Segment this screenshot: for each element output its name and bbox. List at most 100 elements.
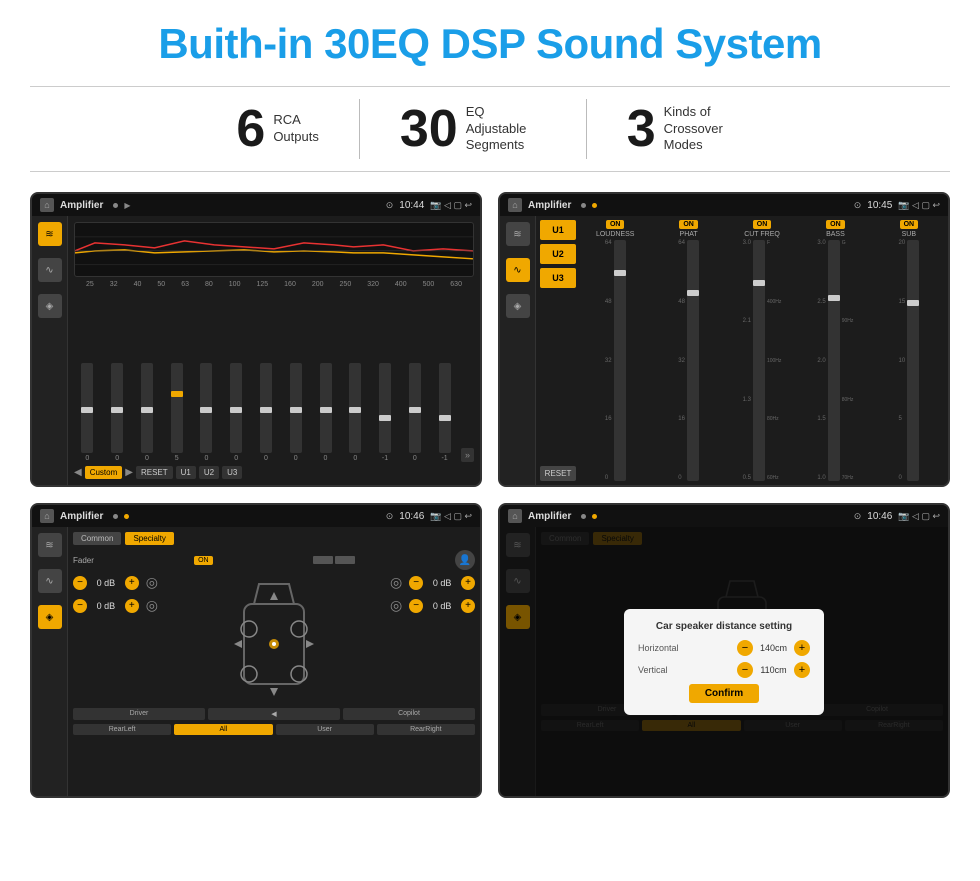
dialog-status-icons: ⊙ [854, 511, 862, 522]
eq-slider-4: 0 [193, 363, 220, 462]
fader-tab-specialty[interactable]: Specialty [125, 532, 173, 545]
dialog-overlay: Car speaker distance setting Horizontal … [500, 527, 948, 796]
amp-sub-on[interactable]: ON [900, 220, 919, 229]
amp-home-icon[interactable] [508, 198, 522, 212]
eq-sidebar: ≋ ∿ ◈ [32, 216, 68, 485]
fader-label-row: Fader ON 👤 [73, 550, 475, 570]
eq-sidebar-eq-icon[interactable]: ≋ [38, 222, 62, 246]
amp-phat-on[interactable]: ON [679, 220, 698, 229]
fader-btn-copilot[interactable]: Copilot [343, 708, 475, 720]
amp-status-icons: ⊙ [854, 200, 862, 211]
fader-person-icon: 👤 [455, 550, 475, 570]
speaker-right-controls: ◎ − 0 dB + ◎ − 0 dB + [390, 574, 475, 704]
fader-tab-common[interactable]: Common [73, 532, 121, 545]
fader-screen: Amplifier ⊙ 10:46 📷 ◁ ▢ ↩ ≋ ∿ ◈ Common S… [30, 503, 482, 798]
amp-loudness-slider[interactable] [614, 240, 626, 481]
speaker-fl-icon: ◎ [146, 574, 158, 591]
amp-sidebar-eq-icon[interactable]: ≋ [506, 222, 530, 246]
amp-u3-btn[interactable]: U3 [540, 268, 576, 288]
eq-slider-7: 0 [282, 363, 309, 462]
eq-slider-12: -1 [431, 363, 458, 462]
speaker-fr-minus[interactable]: − [409, 576, 423, 590]
speaker-fl-plus[interactable]: + [125, 576, 139, 590]
eq-u3-btn[interactable]: U3 [222, 466, 242, 479]
amp-phat-label: PHAT [680, 231, 698, 238]
dialog-box: Car speaker distance setting Horizontal … [624, 609, 824, 715]
fader-sidebar-speaker-icon[interactable]: ◈ [38, 605, 62, 629]
fader-sidebar-wave-icon[interactable]: ∿ [38, 569, 62, 593]
amp-cutfreq-label: CUT FREQ [744, 231, 780, 238]
amp-u1-btn[interactable]: U1 [540, 220, 576, 240]
amp-cutfreq-on[interactable]: ON [753, 220, 772, 229]
dialog-horizontal-minus[interactable]: − [737, 640, 753, 656]
eq-reset-btn[interactable]: RESET [136, 466, 173, 479]
dialog-home-icon[interactable] [508, 509, 522, 523]
eq-sidebar-wave-icon[interactable]: ∿ [38, 258, 62, 282]
speaker-rl-plus[interactable]: + [125, 599, 139, 613]
dialog-vertical-minus[interactable]: − [737, 662, 753, 678]
eq-prev-icon[interactable]: ◀ [74, 467, 82, 478]
dialog-horizontal-label: Horizontal [638, 643, 679, 653]
amp-u2-btn[interactable]: U2 [540, 244, 576, 264]
fader-btn-user[interactable]: User [276, 724, 374, 735]
eq-custom-btn[interactable]: Custom [85, 466, 123, 479]
eq-screen-content: ≋ ∿ ◈ [32, 216, 480, 485]
amp-bass-slider[interactable] [828, 240, 840, 481]
fader-right-icons: 📷 ◁ ▢ ↩ [430, 511, 472, 522]
fader-sidebar-eq-icon[interactable]: ≋ [38, 533, 62, 557]
speaker-rr-icon: ◎ [390, 597, 402, 614]
stat-crossover-label: Kinds ofCrossover Modes [664, 104, 744, 155]
amp-dot [581, 203, 586, 208]
amp-sidebar-wave-icon[interactable]: ∿ [506, 258, 530, 282]
fader-btn-arrow-left[interactable]: ◀ [208, 708, 340, 720]
speaker-rr-plus[interactable]: + [461, 599, 475, 613]
fader-btn-driver[interactable]: Driver [73, 708, 205, 720]
car-diagram-area [162, 574, 386, 704]
speaker-rl-icon: ◎ [146, 597, 158, 614]
dialog-vertical-label: Vertical [638, 665, 668, 675]
amp-reset-btn[interactable]: RESET [540, 466, 576, 481]
amp-sub-slider[interactable] [907, 240, 919, 481]
eq-slider-0: 0 [74, 363, 101, 462]
speaker-fl-minus[interactable]: − [73, 576, 87, 590]
dialog-title: Car speaker distance setting [638, 621, 810, 632]
eq-slider-10: -1 [372, 363, 399, 462]
speaker-rr-value: 0 dB [426, 601, 458, 611]
dialog-vertical-plus[interactable]: + [794, 662, 810, 678]
amp-sub-col: ON SUB 20151050 [874, 220, 944, 481]
fader-btn-rearleft[interactable]: RearLeft [73, 724, 171, 735]
amp-screen-content: ≋ ∿ ◈ U1 U2 U3 RESET [500, 216, 948, 485]
fader-on-badge[interactable]: ON [194, 556, 213, 565]
eq-sidebar-speaker-icon[interactable]: ◈ [38, 294, 62, 318]
eq-right-icons: 📷 ◁ ▢ ↩ [430, 200, 472, 211]
home-icon[interactable] [40, 198, 54, 212]
eq-main-area: 2532405063 80100125160200 25032040050063… [68, 216, 480, 485]
stat-eq: 30 EQ AdjustableSegments [360, 103, 586, 155]
dialog-horizontal-plus[interactable]: + [794, 640, 810, 656]
amp-phat-slider[interactable] [687, 240, 699, 481]
speaker-rl-minus[interactable]: − [73, 599, 87, 613]
amp-loudness-on[interactable]: ON [606, 220, 625, 229]
eq-play-icon: ▶ [124, 201, 130, 210]
speaker-fr-plus[interactable]: + [461, 576, 475, 590]
amp-bass-on[interactable]: ON [826, 220, 845, 229]
fader-home-icon[interactable] [40, 509, 54, 523]
dialog-vertical-control: − 110cm + [737, 662, 810, 678]
amp-time: 10:45 [867, 200, 892, 211]
dialog-horizontal-value: 140cm [756, 643, 791, 653]
dialog-confirm-button[interactable]: Confirm [689, 684, 759, 703]
fader-btn-rearright[interactable]: RearRight [377, 724, 475, 735]
amp-sub-label: SUB [902, 231, 916, 238]
speaker-rr-minus[interactable]: − [409, 599, 423, 613]
amp-cutfreq-slider[interactable] [753, 240, 765, 481]
eq-u1-btn[interactable]: U1 [176, 466, 196, 479]
amp-sidebar-speaker-icon[interactable]: ◈ [506, 294, 530, 318]
eq-expand-icon[interactable]: » [461, 448, 474, 462]
eq-next-icon[interactable]: ▶ [125, 467, 133, 478]
eq-status-bar: Amplifier ▶ ⊙ 10:44 📷 ◁ ▢ ↩ [32, 194, 480, 216]
stat-eq-label: EQ AdjustableSegments [466, 104, 546, 155]
speaker-fl-row: − 0 dB + ◎ [73, 574, 158, 591]
eq-slider-2: 0 [134, 363, 161, 462]
eq-u2-btn[interactable]: U2 [199, 466, 219, 479]
fader-btn-all[interactable]: All [174, 724, 272, 735]
